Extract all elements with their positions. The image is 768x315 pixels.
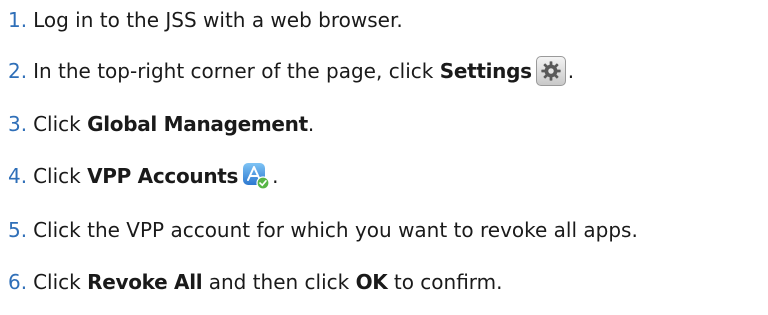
step-number: 4.	[8, 164, 28, 188]
step-text: and then click	[202, 270, 356, 294]
vpp-accounts-icon	[242, 162, 270, 190]
step-text: .	[307, 112, 315, 136]
step-settings: 2. In the top-right corner of the page, c…	[8, 51, 574, 91]
step-text: Log in to the JSS with a web browser.	[33, 8, 403, 32]
step-text: .	[567, 59, 575, 83]
ui-term: OK	[355, 270, 388, 294]
ui-term: VPP Accounts	[87, 164, 239, 188]
step-text: In the top-right corner of the page, cli…	[33, 59, 440, 83]
step-text: Click	[33, 112, 88, 136]
ui-term: Settings	[439, 59, 532, 83]
step-login: 1. Log in to the JSS with a web browser.	[8, 0, 403, 40]
step-number: 3.	[8, 112, 28, 136]
ui-term: Global Management	[87, 112, 308, 136]
step-text: .	[272, 164, 279, 188]
step-text: Click the VPP account for which you want…	[33, 218, 638, 242]
step-vpp-account: 5. Click the VPP account for which you wa…	[8, 210, 638, 250]
step-global-management: 3. Click Global Management.	[8, 104, 314, 144]
step-number: 5.	[8, 218, 28, 242]
step-text: Click	[33, 164, 88, 188]
step-text: to confirm.	[387, 270, 503, 294]
ui-term: Revoke All	[87, 270, 203, 294]
step-text: Click	[33, 270, 88, 294]
step-number: 2.	[8, 59, 28, 83]
instruction-steps: 1. Log in to the JSS with a web browser. 2…	[0, 0, 768, 315]
step-revoke-all: 6. Click Revoke All and then click OK to …	[8, 262, 503, 302]
step-vpp-accounts: 4. Click VPP Accounts.	[8, 156, 279, 196]
step-number: 6.	[8, 270, 28, 294]
gear-icon	[535, 56, 566, 86]
step-number: 1.	[8, 8, 28, 32]
